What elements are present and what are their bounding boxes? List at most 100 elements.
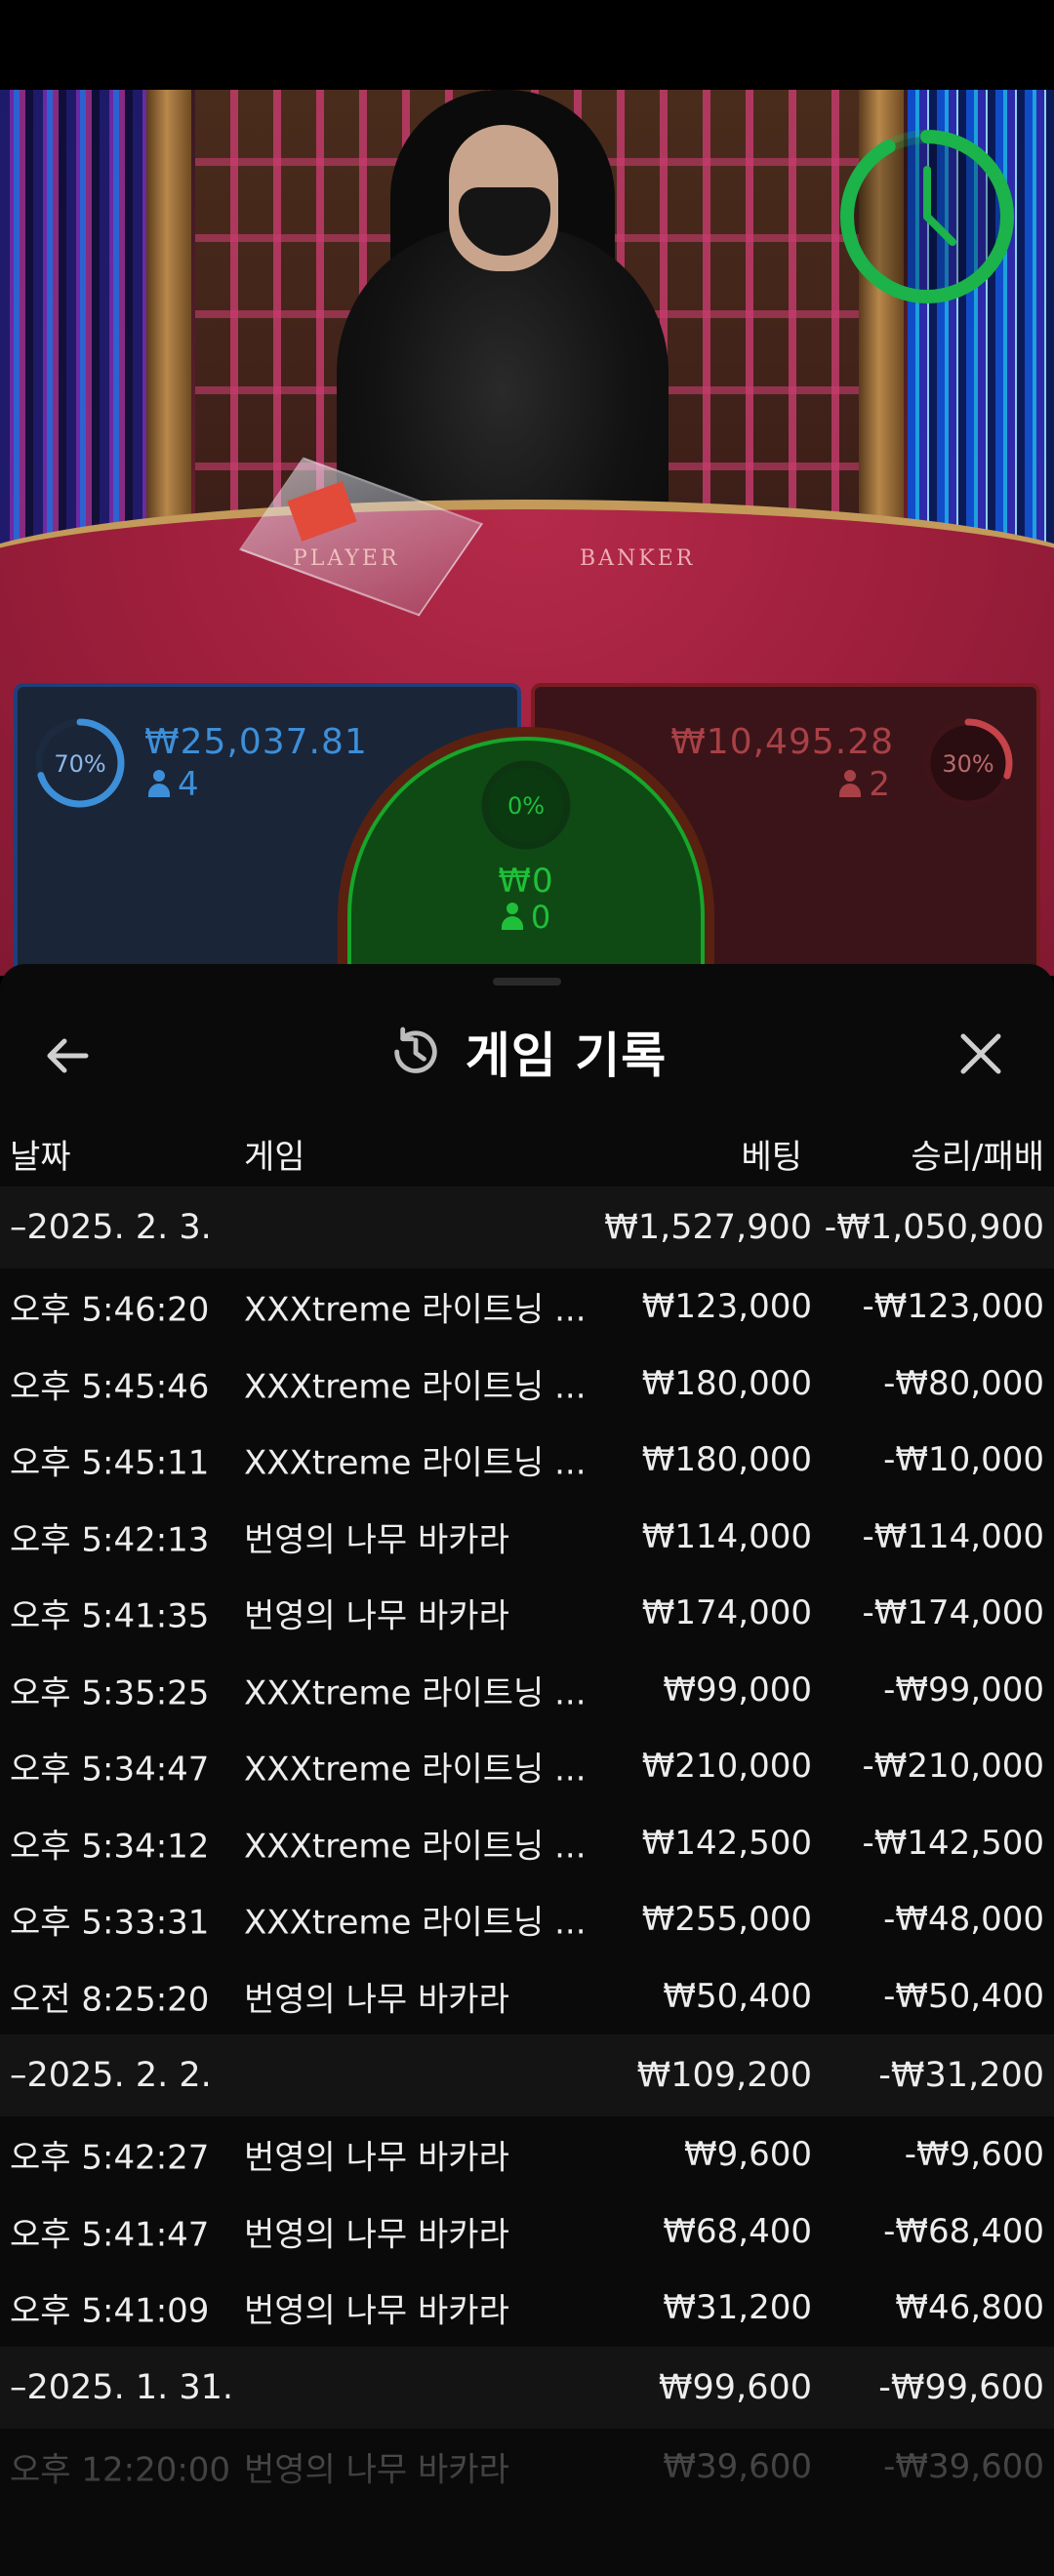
- row-time: 오전 8:25:20: [10, 1980, 210, 2020]
- player-pool-amount: ₩25,037.81: [144, 722, 368, 762]
- person-icon: [501, 903, 523, 930]
- history-row[interactable]: 오후 5:35:25 XXXtreme 라이트닝 ... ₩99,000 -₩99,0…: [0, 1652, 1054, 1729]
- row-game-name: XXXtreme 라이트닝 ...: [244, 1903, 587, 1943]
- row-result-amount: -₩123,000: [862, 1287, 1045, 1327]
- group-bet-total: ₩1,527,900: [604, 1208, 812, 1247]
- date-group-row[interactable]: –2025. 2. 2. ₩109,200 -₩31,200: [0, 2034, 1054, 2116]
- person-icon: [148, 770, 170, 797]
- live-game-area: PLAYER BANKER 70% ₩25,037.81 4 ₩10,495.2…: [0, 0, 1054, 976]
- column-header-game[interactable]: 게임: [244, 1130, 305, 1178]
- banker-bettor-count: 2: [839, 765, 890, 804]
- row-result-amount: -₩210,000: [862, 1747, 1045, 1787]
- row-game-name: 번영의 나무 바카라: [244, 2215, 509, 2255]
- group-bet-total: ₩99,600: [658, 2367, 812, 2407]
- row-result-amount: -₩9,600: [904, 2135, 1044, 2175]
- row-result-amount: -₩80,000: [883, 1363, 1044, 1403]
- table-label-player: PLAYER: [293, 546, 400, 571]
- row-time: 오후 5:34:47: [10, 1750, 210, 1790]
- history-row[interactable]: 오후 5:33:31 XXXtreme 라이트닝 ... ₩255,000 -₩48,…: [0, 1881, 1054, 1958]
- player-percent: 70%: [54, 750, 105, 778]
- group-date: –2025. 2. 3.: [10, 1208, 212, 1247]
- row-time: 오후 5:42:27: [10, 2138, 210, 2178]
- row-result-amount: -₩174,000: [862, 1593, 1045, 1633]
- tie-percent-ring: 0%: [481, 760, 571, 850]
- close-icon: [960, 1033, 1001, 1074]
- row-game-name: 번영의 나무 바카라: [244, 1520, 509, 1560]
- row-time: 오후 5:41:47: [10, 2215, 210, 2255]
- player-percent-ring: 70%: [35, 718, 125, 808]
- back-button[interactable]: [39, 1026, 98, 1085]
- group-result-total: -₩99,600: [878, 2367, 1044, 2407]
- row-bet-amount: ₩210,000: [641, 1747, 812, 1787]
- row-time: 오후 5:42:13: [10, 1520, 210, 1560]
- history-row[interactable]: 오후 5:41:35 번영의 나무 바카라 ₩174,000 -₩174,000: [0, 1575, 1054, 1652]
- group-result-total: -₩31,200: [878, 2056, 1044, 2095]
- row-time: 오후 5:45:46: [10, 1367, 210, 1407]
- date-group-row[interactable]: –2025. 2. 3. ₩1,527,900 -₩1,050,900: [0, 1187, 1054, 1268]
- history-row[interactable]: 오후 5:42:27 번영의 나무 바카라 ₩9,600 -₩9,600: [0, 2116, 1054, 2194]
- row-time: 오후 5:34:12: [10, 1827, 210, 1867]
- row-bet-amount: ₩180,000: [641, 1440, 812, 1480]
- table-label-banker: BANKER: [580, 546, 696, 571]
- arrow-left-icon: [47, 1038, 89, 1073]
- history-row[interactable]: 오후 12:20:00 번영의 나무 바카라 ₩39,600 -₩39,600: [0, 2429, 1054, 2506]
- history-row[interactable]: 오후 5:45:46 XXXtreme 라이트닝 ... ₩180,000 -₩80,…: [0, 1346, 1054, 1423]
- close-button[interactable]: [952, 1025, 1010, 1083]
- row-game-name: XXXtreme 라이트닝 ...: [244, 1290, 587, 1330]
- row-game-name: XXXtreme 라이트닝 ...: [244, 1367, 587, 1407]
- row-game-name: XXXtreme 라이트닝 ...: [244, 1827, 587, 1867]
- history-row[interactable]: 오후 5:42:13 번영의 나무 바카라 ₩114,000 -₩114,000: [0, 1499, 1054, 1576]
- row-time: 오후 5:35:25: [10, 1673, 210, 1713]
- row-result-amount: -₩114,000: [862, 1516, 1045, 1556]
- row-bet-amount: ₩180,000: [641, 1363, 812, 1403]
- row-result-amount: -₩142,500: [862, 1823, 1045, 1863]
- round-timer: [840, 130, 1014, 303]
- sheet-title: 게임 기록: [465, 1027, 668, 1084]
- row-time: 오후 5:41:35: [10, 1596, 210, 1636]
- row-bet-amount: ₩174,000: [641, 1593, 812, 1633]
- history-row[interactable]: 오후 5:34:12 XXXtreme 라이트닝 ... ₩142,500 -₩142…: [0, 1805, 1054, 1882]
- row-result-amount: -₩99,000: [883, 1670, 1044, 1710]
- row-game-name: XXXtreme 라이트닝 ...: [244, 1443, 587, 1483]
- history-row[interactable]: 오전 8:25:20 번영의 나무 바카라 ₩50,400 -₩50,400: [0, 1958, 1054, 2035]
- title-group: 게임 기록: [0, 1003, 1054, 1101]
- row-bet-amount: ₩9,600: [684, 2135, 812, 2175]
- history-row[interactable]: 오후 5:45:11 XXXtreme 라이트닝 ... ₩180,000 -₩10,…: [0, 1422, 1054, 1499]
- tie-percent: 0%: [507, 792, 545, 820]
- row-bet-amount: ₩50,400: [663, 1976, 812, 2016]
- history-row[interactable]: 오후 5:41:09 번영의 나무 바카라 ₩31,200 ₩46,800: [0, 2270, 1054, 2347]
- column-header-date[interactable]: 날짜: [10, 1130, 71, 1178]
- row-bet-amount: ₩142,500: [641, 1823, 812, 1863]
- history-row[interactable]: 오후 5:46:20 XXXtreme 라이트닝 ... ₩123,000 -₩123…: [0, 1268, 1054, 1346]
- player-bettor-count: 4: [148, 765, 199, 804]
- row-game-name: 번영의 나무 바카라: [244, 2450, 509, 2490]
- column-header-bet[interactable]: 베팅: [741, 1130, 802, 1178]
- column-header-result[interactable]: 승리/패배: [911, 1130, 1044, 1178]
- tie-bettor-count: 0: [347, 899, 705, 936]
- row-result-amount: -₩48,000: [883, 1900, 1044, 1940]
- date-group-row[interactable]: –2025. 1. 31. ₩99,600 -₩99,600: [0, 2346, 1054, 2429]
- history-icon: [394, 1026, 437, 1073]
- group-result-total: -₩1,050,900: [824, 1208, 1044, 1247]
- history-row[interactable]: 오후 5:34:47 XXXtreme 라이트닝 ... ₩210,000 -₩210…: [0, 1728, 1054, 1805]
- group-date: –2025. 1. 31.: [10, 2367, 234, 2407]
- sheet-drag-handle[interactable]: [493, 978, 561, 986]
- row-bet-amount: ₩123,000: [641, 1287, 812, 1327]
- sheet-header: 게임 기록: [0, 1003, 1054, 1101]
- row-time: 오후 12:20:00: [10, 2450, 231, 2490]
- row-game-name: 번영의 나무 바카라: [244, 1980, 509, 2020]
- banker-percent-ring: 30%: [923, 718, 1013, 808]
- row-game-name: 번영의 나무 바카라: [244, 1596, 509, 1636]
- row-result-amount: -₩50,400: [883, 1976, 1044, 2016]
- row-result-amount: ₩46,800: [895, 2288, 1044, 2328]
- row-time: 오후 5:41:09: [10, 2291, 210, 2331]
- banker-percent: 30%: [942, 750, 993, 778]
- tie-pool-amount: ₩0: [498, 862, 554, 901]
- row-game-name: XXXtreme 라이트닝 ...: [244, 1673, 587, 1713]
- row-bet-amount: ₩31,200: [663, 2288, 812, 2328]
- game-history-sheet: 게임 기록 날짜 게임 베팅 승리/패배 –2025. 2. 3. ₩1,527,…: [0, 964, 1054, 2576]
- row-bet-amount: ₩99,000: [663, 1670, 812, 1710]
- history-row[interactable]: 오후 5:41:47 번영의 나무 바카라 ₩68,400 -₩68,400: [0, 2194, 1054, 2271]
- person-icon: [839, 770, 862, 797]
- row-time: 오후 5:45:11: [10, 1443, 210, 1483]
